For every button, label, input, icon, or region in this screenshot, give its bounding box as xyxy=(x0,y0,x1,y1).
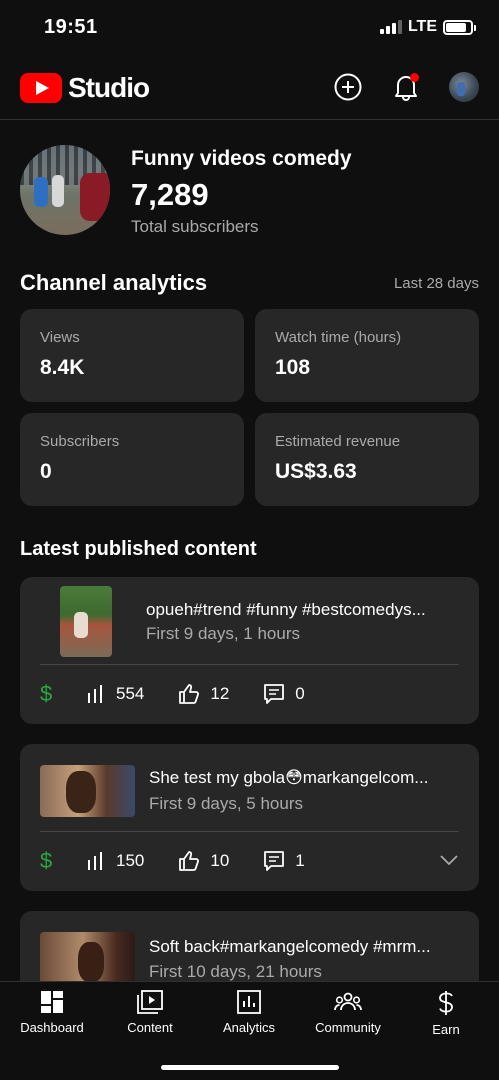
create-icon xyxy=(334,73,362,101)
nav-label: Dashboard xyxy=(20,1020,84,1035)
home-indicator xyxy=(161,1065,339,1070)
nav-label: Content xyxy=(127,1020,173,1035)
analytics-cards: Views 8.4K Watch time (hours) 108 Subscr… xyxy=(20,309,479,506)
video-title: opueh#trend #funny #bestcomedys... xyxy=(146,600,426,619)
stat-label: Watch time (hours) xyxy=(275,329,402,346)
nav-label: Analytics xyxy=(222,1020,276,1035)
video-metrics: $ 554 12 0 xyxy=(40,681,459,707)
latest-content-title: Latest published content xyxy=(20,538,257,560)
dashboard-icon xyxy=(41,991,63,1013)
likes-metric: 10 xyxy=(178,850,229,872)
comments-count: 0 xyxy=(295,684,305,703)
stat-value: US$3.63 xyxy=(275,460,357,483)
comments-count: 1 xyxy=(295,851,305,870)
video-period: First 9 days, 1 hours xyxy=(146,624,301,643)
battery-icon xyxy=(443,19,476,35)
stat-value: 8.4K xyxy=(40,356,85,379)
stat-value: 0 xyxy=(40,460,52,483)
youtube-play-icon xyxy=(20,73,62,103)
thumbs-up-icon xyxy=(179,684,200,704)
app-header: Studio xyxy=(0,60,499,120)
account-avatar[interactable] xyxy=(449,72,479,102)
nav-earn[interactable]: Earn xyxy=(398,990,494,1037)
notification-badge xyxy=(410,73,419,82)
nav-dashboard[interactable]: Dashboard xyxy=(4,990,100,1035)
bottom-nav: Dashboard Content Analytics Community Ea… xyxy=(0,981,499,1080)
notifications-button[interactable] xyxy=(391,72,421,102)
video-title: Soft back#markangelcomedy #mrm... xyxy=(149,937,431,956)
signal-icon xyxy=(379,20,402,34)
nav-analytics[interactable]: Analytics xyxy=(201,990,297,1035)
views-count: 150 xyxy=(116,851,145,870)
content-icon xyxy=(137,990,163,1014)
video-thumbnail[interactable] xyxy=(40,932,135,984)
likes-count: 12 xyxy=(210,684,230,703)
nav-content[interactable]: Content xyxy=(102,990,198,1035)
analytics-icon xyxy=(237,990,261,1014)
channel-summary: Funny videos comedy 7,289 Total subscrib… xyxy=(20,145,480,240)
logo-text: Studio xyxy=(68,72,150,103)
views-metric: 554 xyxy=(86,684,144,704)
channel-name: Funny videos comedy xyxy=(131,147,352,170)
content-item[interactable]: She test my gbola😳markangelcom... First … xyxy=(20,744,479,891)
subscriber-label: Total subscribers xyxy=(131,217,259,236)
divider xyxy=(40,831,459,832)
nav-community[interactable]: Community xyxy=(300,990,396,1035)
comments-metric: 1 xyxy=(263,850,305,872)
stat-label: Estimated revenue xyxy=(275,433,401,450)
battery-level xyxy=(446,22,467,32)
analytics-title: Channel analytics xyxy=(20,270,208,295)
views-count: 554 xyxy=(116,684,145,703)
status-bar: 19:51 LTE xyxy=(0,0,499,56)
likes-metric: 12 xyxy=(178,683,229,705)
bar-chart-icon xyxy=(88,852,102,870)
community-icon xyxy=(334,992,362,1011)
content-item[interactable]: opueh#trend #funny #bestcomedys... First… xyxy=(20,577,479,724)
video-period: First 9 days, 5 hours xyxy=(149,794,304,813)
stat-value: 108 xyxy=(275,356,311,379)
monetization-icon: $ xyxy=(40,848,53,873)
earn-icon xyxy=(439,991,453,1015)
divider xyxy=(40,664,459,665)
network-type: LTE xyxy=(407,18,437,35)
revenue-card[interactable]: Estimated revenue US$3.63 xyxy=(255,413,479,506)
video-thumbnail[interactable] xyxy=(40,765,135,817)
video-metrics: $ 150 10 1 xyxy=(40,848,459,874)
status-time: 19:51 xyxy=(44,16,98,38)
views-card[interactable]: Views 8.4K xyxy=(20,309,244,402)
create-button[interactable] xyxy=(333,72,363,102)
video-period: First 10 days, 21 hours xyxy=(149,962,322,981)
header-actions xyxy=(333,72,479,102)
comment-icon xyxy=(264,851,285,871)
stat-label: Subscribers xyxy=(40,433,120,450)
video-thumbnail[interactable] xyxy=(60,586,112,657)
analytics-range: Last 28 days xyxy=(393,275,479,292)
nav-label: Community xyxy=(315,1020,381,1035)
bar-chart-icon xyxy=(88,685,102,703)
thumbs-up-icon xyxy=(179,851,200,871)
monetization-icon: $ xyxy=(40,681,53,706)
comments-metric: 0 xyxy=(263,683,305,705)
nav-label: Earn xyxy=(432,1022,460,1037)
comment-icon xyxy=(264,684,285,704)
views-metric: 150 xyxy=(86,851,144,871)
subscribers-card[interactable]: Subscribers 0 xyxy=(20,413,244,506)
studio-logo[interactable]: Studio xyxy=(20,72,150,104)
chevron-down-icon xyxy=(440,855,458,866)
subscriber-count: 7,289 xyxy=(131,177,209,212)
watch-time-card[interactable]: Watch time (hours) 108 xyxy=(255,309,479,402)
expand-button[interactable] xyxy=(439,851,459,871)
channel-avatar[interactable] xyxy=(20,145,110,235)
likes-count: 10 xyxy=(210,851,230,870)
stat-label: Views xyxy=(40,329,80,346)
status-indicators: LTE xyxy=(379,18,476,36)
video-title: She test my gbola😳markangelcom... xyxy=(149,768,429,787)
